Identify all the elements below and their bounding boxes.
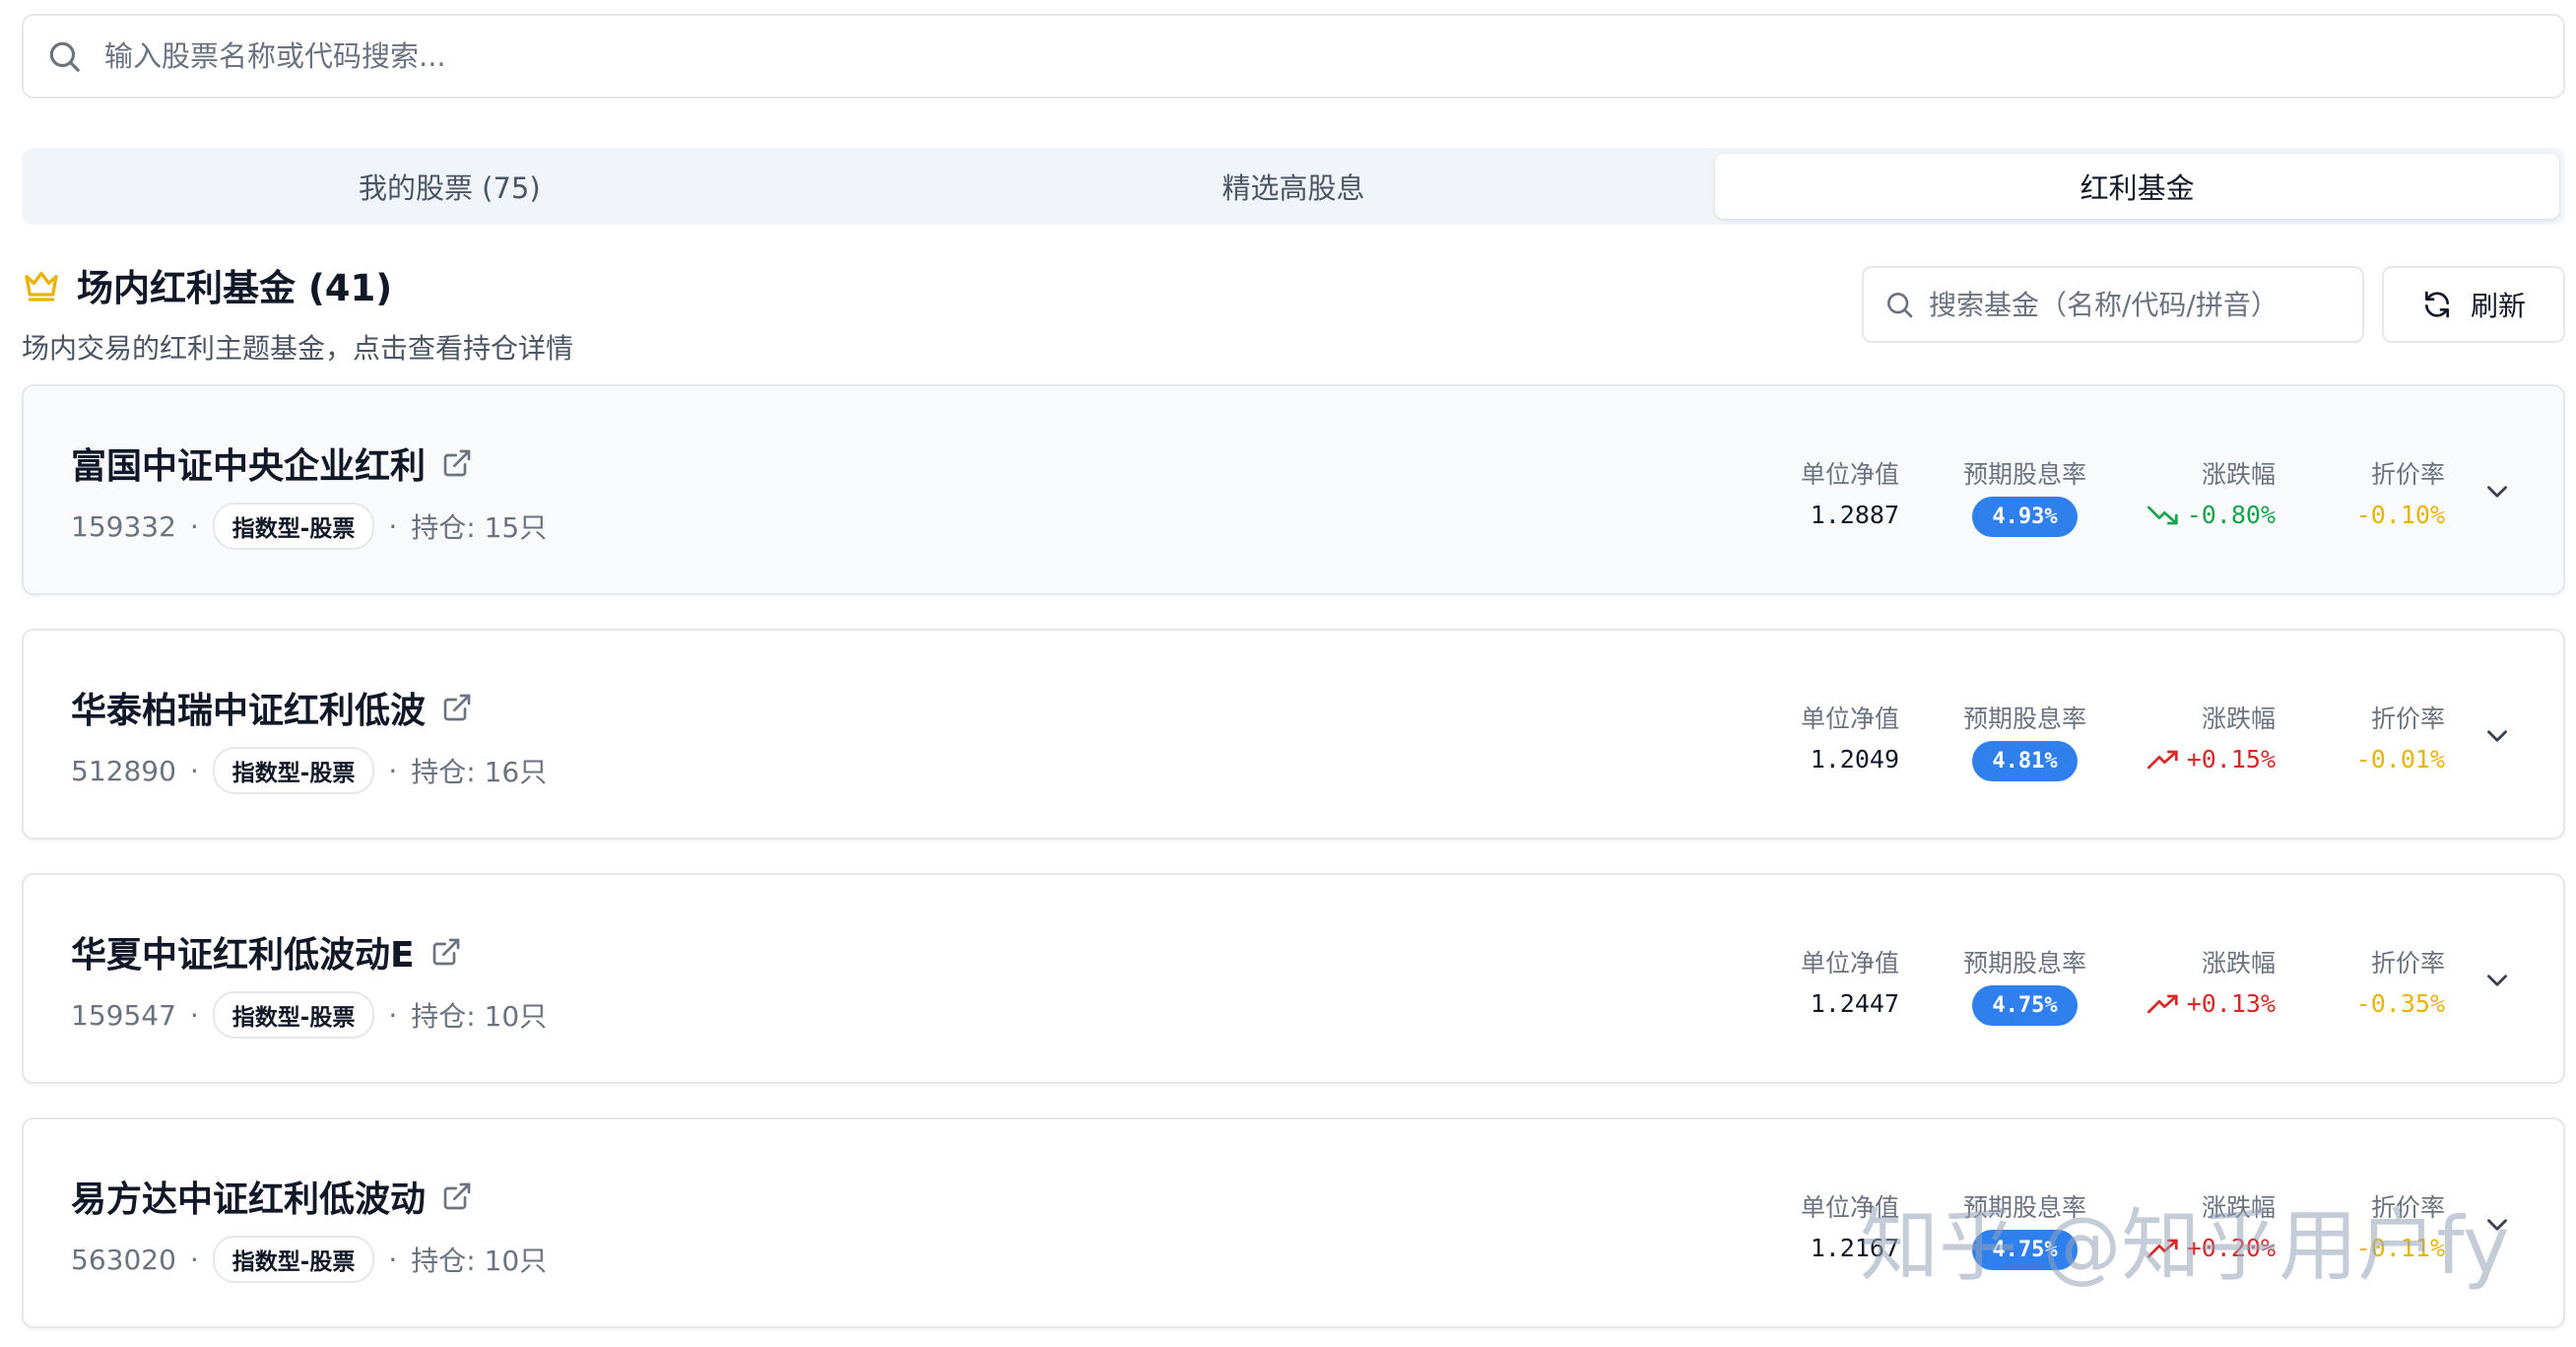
refresh-button[interactable]: 刷新	[2382, 266, 2565, 343]
external-link-icon[interactable]	[430, 936, 462, 968]
change-value: +0.13%	[2186, 989, 2276, 1018]
fund-card[interactable]: 易方达中证红利低波动 563020 · 指数型-股票 · 持仓: 10只 单位净…	[22, 1117, 2565, 1328]
fund-name: 华夏中证红利低波动E	[71, 935, 415, 976]
search-icon	[1887, 293, 1913, 318]
fund-name: 易方达中证红利低波动	[71, 1179, 427, 1220]
chevron-down-icon[interactable]	[2480, 719, 2514, 753]
section-title: 场内红利基金 (41)	[77, 267, 393, 309]
discount-value: -0.35%	[2355, 989, 2445, 1018]
trending-up-icon	[2147, 1239, 2178, 1257]
fund-type-badge: 指数型-股票	[212, 1236, 375, 1283]
nav-value: 1.2167	[1810, 1234, 1899, 1262]
tab-high-dividend[interactable]: 精选高股息	[872, 154, 1716, 219]
metric-yield: 预期股息率 4.75%	[1963, 944, 2086, 1026]
trending-up-icon	[2147, 994, 2178, 1013]
fund-holdings: 持仓: 10只	[411, 1245, 548, 1277]
fund-type-badge: 指数型-股票	[212, 747, 375, 794]
fund-code: 159332	[71, 509, 176, 543]
fund-holdings: 持仓: 10只	[411, 1000, 548, 1033]
yield-badge: 4.75%	[1972, 1230, 2078, 1270]
crown-icon	[25, 271, 58, 302]
nav-value: 1.2049	[1810, 745, 1899, 774]
metric-discount: 折价率 -0.11%	[2355, 1193, 2445, 1262]
change-value: -0.80%	[2186, 501, 2276, 529]
metric-discount: 折价率 -0.10%	[2355, 460, 2445, 529]
chevron-down-icon[interactable]	[2480, 475, 2514, 508]
fund-search-box[interactable]	[1862, 266, 2364, 343]
metric-nav: 单位净值 1.2447	[1800, 949, 1899, 1018]
refresh-icon	[2424, 291, 2449, 318]
chevron-down-icon[interactable]	[2480, 964, 2514, 997]
tab-my-stocks[interactable]: 我的股票 (75)	[28, 154, 872, 219]
stock-search-input[interactable]	[104, 39, 2469, 73]
external-link-icon[interactable]	[441, 692, 473, 723]
metric-nav: 单位净值 1.2049	[1800, 705, 1899, 774]
external-link-icon[interactable]	[441, 1180, 473, 1212]
fund-code: 563020	[71, 1243, 176, 1276]
fund-holdings: 持仓: 15只	[411, 511, 548, 544]
yield-badge: 4.75%	[1972, 985, 2078, 1026]
metric-yield: 预期股息率 4.81%	[1963, 700, 2086, 781]
metric-discount: 折价率 -0.01%	[2355, 705, 2445, 774]
tab-bar: 我的股票 (75) 精选高股息 红利基金	[22, 148, 2565, 225]
metric-nav: 单位净值 1.2887	[1800, 460, 1899, 529]
metric-change: 涨跌幅 +0.20%	[2147, 1188, 2276, 1262]
yield-badge: 4.93%	[1972, 497, 2078, 537]
fund-name: 富国中证中央企业红利	[71, 446, 427, 487]
metric-discount: 折价率 -0.35%	[2355, 949, 2445, 1018]
metric-nav: 单位净值 1.2167	[1800, 1193, 1899, 1262]
yield-badge: 4.81%	[1972, 741, 2078, 781]
section-subtitle: 场内交易的红利主题基金，点击查看持仓详情	[22, 332, 574, 365]
trending-up-icon	[2147, 750, 2178, 769]
fund-type-badge: 指数型-股票	[212, 503, 375, 550]
nav-value: 1.2447	[1810, 989, 1899, 1018]
stock-search-bar[interactable]	[22, 14, 2565, 99]
discount-value: -0.10%	[2355, 501, 2445, 529]
external-link-icon[interactable]	[441, 447, 473, 479]
fund-card[interactable]: 华泰柏瑞中证红利低波 512890 · 指数型-股票 · 持仓: 16只 单位净…	[22, 629, 2565, 840]
change-value: +0.20%	[2186, 1234, 2276, 1262]
discount-value: -0.01%	[2355, 745, 2445, 774]
fund-name: 华泰柏瑞中证红利低波	[71, 691, 427, 731]
fund-code: 512890	[71, 754, 176, 787]
metric-change: 涨跌幅 +0.15%	[2147, 700, 2276, 774]
refresh-label: 刷新	[2470, 290, 2526, 322]
discount-value: -0.11%	[2355, 1234, 2445, 1262]
metric-change: 涨跌幅 +0.13%	[2147, 944, 2276, 1018]
search-icon	[49, 41, 80, 72]
fund-search-input[interactable]	[1929, 288, 2362, 321]
metric-change: 涨跌幅 -0.80%	[2147, 455, 2276, 529]
nav-value: 1.2887	[1810, 501, 1899, 529]
metric-yield: 预期股息率 4.75%	[1963, 1188, 2086, 1270]
metric-yield: 预期股息率 4.93%	[1963, 455, 2086, 537]
chevron-down-icon[interactable]	[2480, 1208, 2514, 1242]
fund-card[interactable]: 华夏中证红利低波动E 159547 · 指数型-股票 · 持仓: 10只 单位净…	[22, 873, 2565, 1084]
tab-dividend-funds[interactable]: 红利基金	[1715, 154, 2560, 219]
trending-down-icon	[2147, 505, 2178, 524]
fund-code: 159547	[71, 998, 176, 1032]
fund-card[interactable]: 富国中证中央企业红利 159332 · 指数型-股票 · 持仓: 15只 单位净…	[22, 384, 2565, 595]
fund-type-badge: 指数型-股票	[212, 991, 375, 1039]
section-header: 场内红利基金 (41) 场内交易的红利主题基金，点击查看持仓详情	[22, 258, 573, 367]
change-value: +0.15%	[2186, 745, 2276, 774]
fund-holdings: 持仓: 16只	[411, 756, 548, 788]
